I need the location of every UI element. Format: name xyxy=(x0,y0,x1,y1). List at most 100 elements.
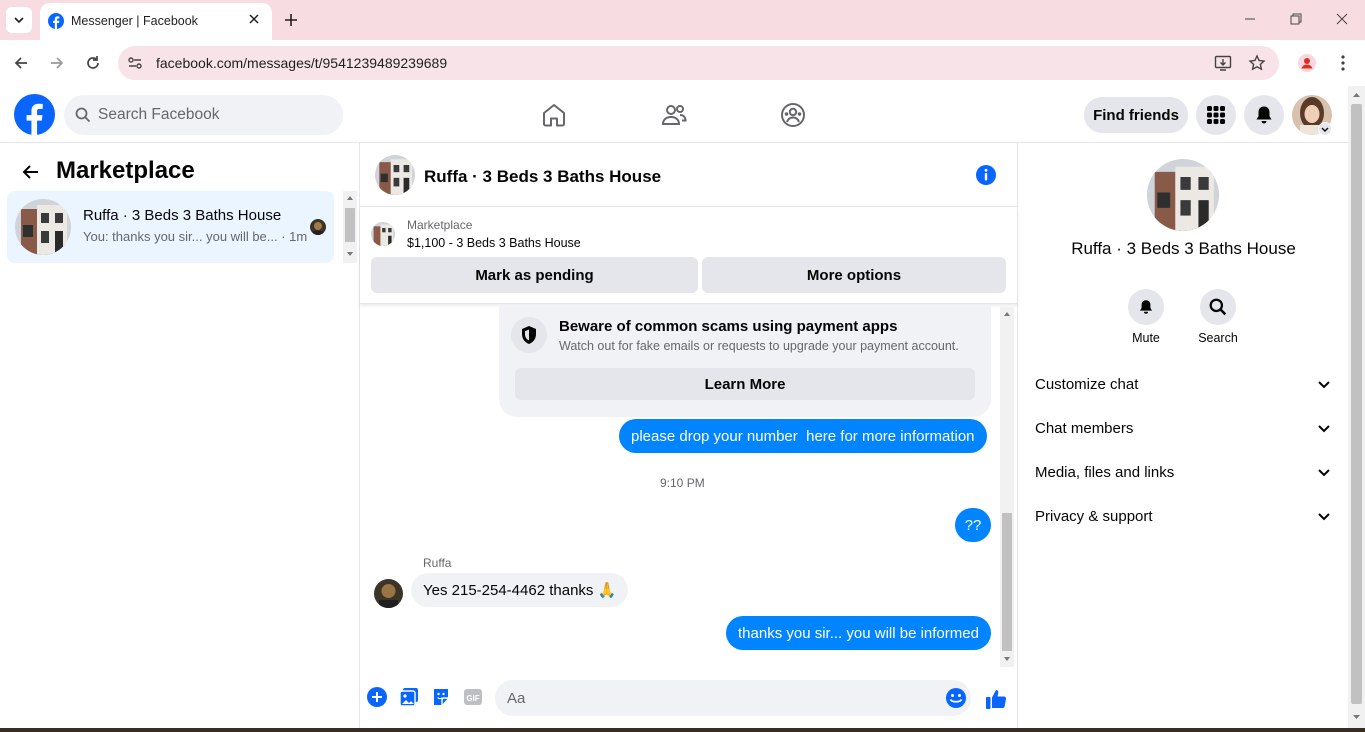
listing-price-title[interactable]: $1,100 - 3 Beds 3 Baths House xyxy=(407,236,581,250)
back-arrow-icon[interactable] xyxy=(21,162,41,182)
search-icon xyxy=(75,107,91,123)
search-input[interactable] xyxy=(98,95,328,135)
install-app-icon[interactable] xyxy=(1214,54,1232,72)
media-files-links-row[interactable]: Media, files and links xyxy=(1027,453,1339,493)
search-icon xyxy=(1209,298,1227,316)
page-scrollbar[interactable] xyxy=(1348,86,1365,728)
restore-icon[interactable] xyxy=(1289,12,1303,26)
sticker-icon[interactable] xyxy=(431,687,451,707)
chevron-down-icon xyxy=(1318,381,1330,389)
close-icon[interactable] xyxy=(247,12,261,26)
marketplace-inbox: Marketplace Ruffa · 3 Beds 3 Baths House… xyxy=(0,143,360,728)
browser-tab[interactable]: Messenger | Facebook xyxy=(40,3,272,40)
notifications-button[interactable] xyxy=(1244,95,1284,135)
message-bubble-incoming[interactable]: Yes 215-254-4462 thanks 🙏 xyxy=(411,573,629,607)
browser-profile-icon[interactable] xyxy=(1298,54,1316,72)
message-thread-scrollbar[interactable] xyxy=(1000,307,1014,667)
sender-name: Ruffa xyxy=(423,556,452,570)
search-in-chat-button[interactable] xyxy=(1200,289,1236,325)
facebook-logo-icon[interactable] xyxy=(14,94,55,135)
message-thread: Beware of common scams using payment app… xyxy=(360,305,1018,665)
gif-label: GIF xyxy=(466,694,479,703)
section-label: Media, files and links xyxy=(1035,464,1175,481)
scam-warning-subtitle: Watch out for fake emails or requests to… xyxy=(559,339,959,353)
reload-icon[interactable] xyxy=(84,54,102,72)
emoji-icon[interactable] xyxy=(945,687,967,709)
tab-search-button[interactable] xyxy=(6,7,32,33)
house-photo xyxy=(1147,159,1219,231)
url-text[interactable]: facebook.com/messages/t/9541239489239689 xyxy=(156,55,447,71)
window-close-icon[interactable] xyxy=(1335,12,1349,26)
chevron-down-icon xyxy=(1318,513,1330,521)
mute-button[interactable] xyxy=(1128,289,1164,325)
listing-category: Marketplace xyxy=(407,218,473,232)
section-label: Customize chat xyxy=(1035,376,1139,393)
chat-title[interactable]: Ruffa · 3 Beds 3 Baths House xyxy=(424,167,661,187)
chat-header: Ruffa · 3 Beds 3 Baths House xyxy=(360,143,1018,207)
back-icon[interactable] xyxy=(12,54,30,72)
find-friends-button[interactable]: Find friends xyxy=(1084,97,1188,133)
section-label: Privacy & support xyxy=(1035,508,1153,525)
account-menu-chevron[interactable] xyxy=(1318,122,1332,136)
privacy-support-row[interactable]: Privacy & support xyxy=(1027,497,1339,537)
message-composer: GIF xyxy=(360,673,1018,728)
chevron-down-icon xyxy=(1318,425,1330,433)
home-icon[interactable] xyxy=(541,102,567,128)
seen-avatar xyxy=(310,219,326,235)
facebook-search[interactable] xyxy=(64,95,343,135)
house-thumbnail xyxy=(15,199,71,255)
conversation-snippet: You: thanks you sir... you will be... · … xyxy=(83,229,308,244)
tab-title: Messenger | Facebook xyxy=(71,14,198,28)
gif-icon[interactable]: GIF xyxy=(463,687,483,707)
thumbs-up-icon[interactable] xyxy=(985,688,1007,710)
minimize-icon[interactable] xyxy=(1243,12,1257,26)
new-tab-icon[interactable] xyxy=(281,10,301,30)
bookmark-star-icon[interactable] xyxy=(1248,54,1266,72)
sender-avatar[interactable] xyxy=(374,579,403,608)
section-label: Chat members xyxy=(1035,420,1134,437)
groups-icon[interactable] xyxy=(780,102,806,128)
shield-icon-wrap xyxy=(511,317,547,353)
scroll-down-arrow-icon[interactable] xyxy=(1348,710,1365,724)
chevron-down-icon xyxy=(1321,127,1329,132)
search-action[interactable]: Search xyxy=(1188,289,1248,345)
house-photo xyxy=(371,222,395,246)
page-scroll-thumb[interactable] xyxy=(1351,104,1362,704)
chat-details-thumbnail xyxy=(1147,159,1219,231)
photo-attach-icon[interactable] xyxy=(399,687,419,707)
chevron-down-icon xyxy=(1318,469,1330,477)
search-label: Search xyxy=(1198,331,1238,345)
info-icon[interactable] xyxy=(975,164,997,186)
mark-as-pending-button[interactable]: Mark as pending xyxy=(371,257,698,293)
address-bar[interactable]: facebook.com/messages/t/9541239489239689 xyxy=(118,46,1279,80)
mute-action[interactable]: Mute xyxy=(1116,289,1176,345)
message-bubble-outgoing[interactable]: thanks you sir... you will be informed xyxy=(726,616,991,650)
message-input-wrapper[interactable] xyxy=(495,680,971,716)
house-photo xyxy=(375,155,415,195)
menu-button[interactable] xyxy=(1196,95,1236,135)
shield-icon xyxy=(522,326,536,344)
message-bubble-outgoing[interactable]: please drop your number here for more in… xyxy=(619,419,987,453)
customize-chat-row[interactable]: Customize chat xyxy=(1027,365,1339,405)
listing-thumbnail[interactable] xyxy=(371,222,395,246)
browser-menu-icon[interactable] xyxy=(1336,54,1350,72)
message-input[interactable] xyxy=(507,680,927,716)
chat-members-row[interactable]: Chat members xyxy=(1027,409,1339,449)
chevron-down-icon xyxy=(14,17,24,24)
message-bubble-outgoing[interactable]: ?? xyxy=(955,508,991,542)
conversation-name: Ruffa · 3 Beds 3 Baths House xyxy=(83,207,282,224)
site-settings-icon[interactable] xyxy=(127,55,143,71)
forward-icon[interactable] xyxy=(48,54,66,72)
conversation-item[interactable]: Ruffa · 3 Beds 3 Baths House You: thanks… xyxy=(7,191,334,263)
friends-icon[interactable] xyxy=(661,102,687,128)
taskbar-edge xyxy=(0,728,1365,732)
learn-more-button[interactable]: Learn More xyxy=(515,368,975,400)
scroll-up-arrow-icon[interactable] xyxy=(1348,88,1365,102)
chat-header-thumbnail[interactable] xyxy=(375,155,415,195)
mute-label: Mute xyxy=(1132,331,1160,345)
plus-circle-icon[interactable] xyxy=(367,687,387,707)
more-options-button[interactable]: More options xyxy=(702,257,1006,293)
conversation-list-scrollbar[interactable] xyxy=(343,191,357,263)
chat-details-panel: Ruffa · 3 Beds 3 Baths House Mute Search… xyxy=(1019,143,1348,728)
bell-icon xyxy=(1256,106,1272,124)
